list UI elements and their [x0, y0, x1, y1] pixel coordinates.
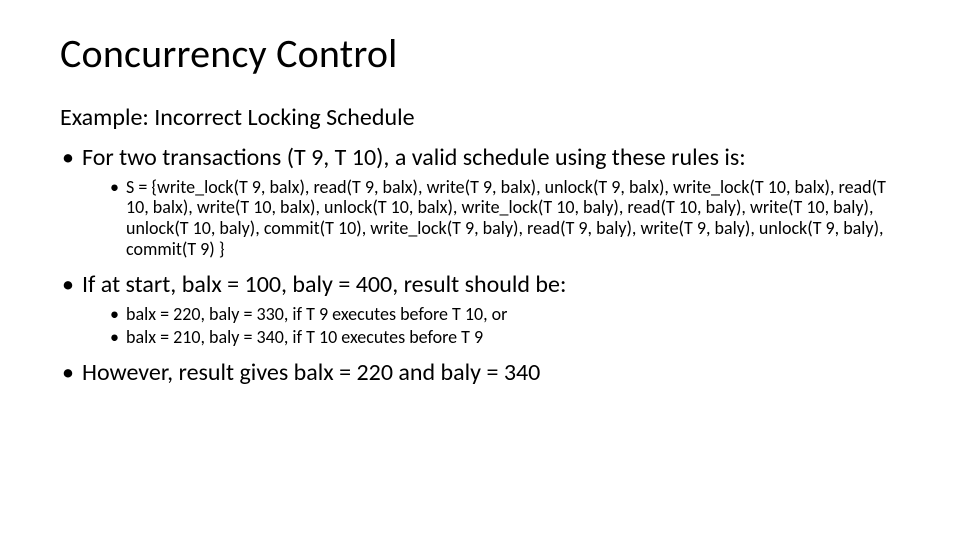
bullet-start-values: If at start, balx = 100, baly = 400, res…	[60, 270, 900, 348]
slide-subtitle: Example: Incorrect Locking Schedule	[60, 104, 900, 133]
bullet-list-level2: S = {write_lock(T 9, balx), read(T 9, ba…	[82, 177, 900, 260]
bullet-text: If at start, balx = 100, baly = 400, res…	[82, 270, 566, 299]
bullet-however-result: However, result gives balx = 220 and bal…	[60, 358, 900, 388]
slide: Concurrency Control Example: Incorrect L…	[0, 0, 960, 540]
bullet-text: However, result gives balx = 220 and bal…	[82, 358, 540, 387]
bullet-list-level1: For two transactions (T 9, T 10), a vali…	[60, 143, 900, 388]
bullet-text: balx = 210, baly = 340, if T 10 executes…	[126, 326, 483, 348]
bullet-text: For two transactions (T 9, T 10), a vali…	[82, 143, 746, 172]
bullet-case-t10-first: balx = 210, baly = 340, if T 10 executes…	[110, 327, 900, 348]
slide-title: Concurrency Control	[60, 32, 900, 76]
bullet-list-level2: balx = 220, baly = 330, if T 9 executes …	[82, 304, 900, 348]
bullet-schedule-s: S = {write_lock(T 9, balx), read(T 9, ba…	[110, 177, 900, 260]
bullet-text: S = {write_lock(T 9, balx), read(T 9, ba…	[126, 176, 886, 260]
bullet-valid-schedule: For two transactions (T 9, T 10), a vali…	[60, 143, 900, 260]
bullet-case-t9-first: balx = 220, baly = 330, if T 9 executes …	[110, 304, 900, 325]
bullet-text: balx = 220, baly = 330, if T 9 executes …	[126, 303, 507, 325]
